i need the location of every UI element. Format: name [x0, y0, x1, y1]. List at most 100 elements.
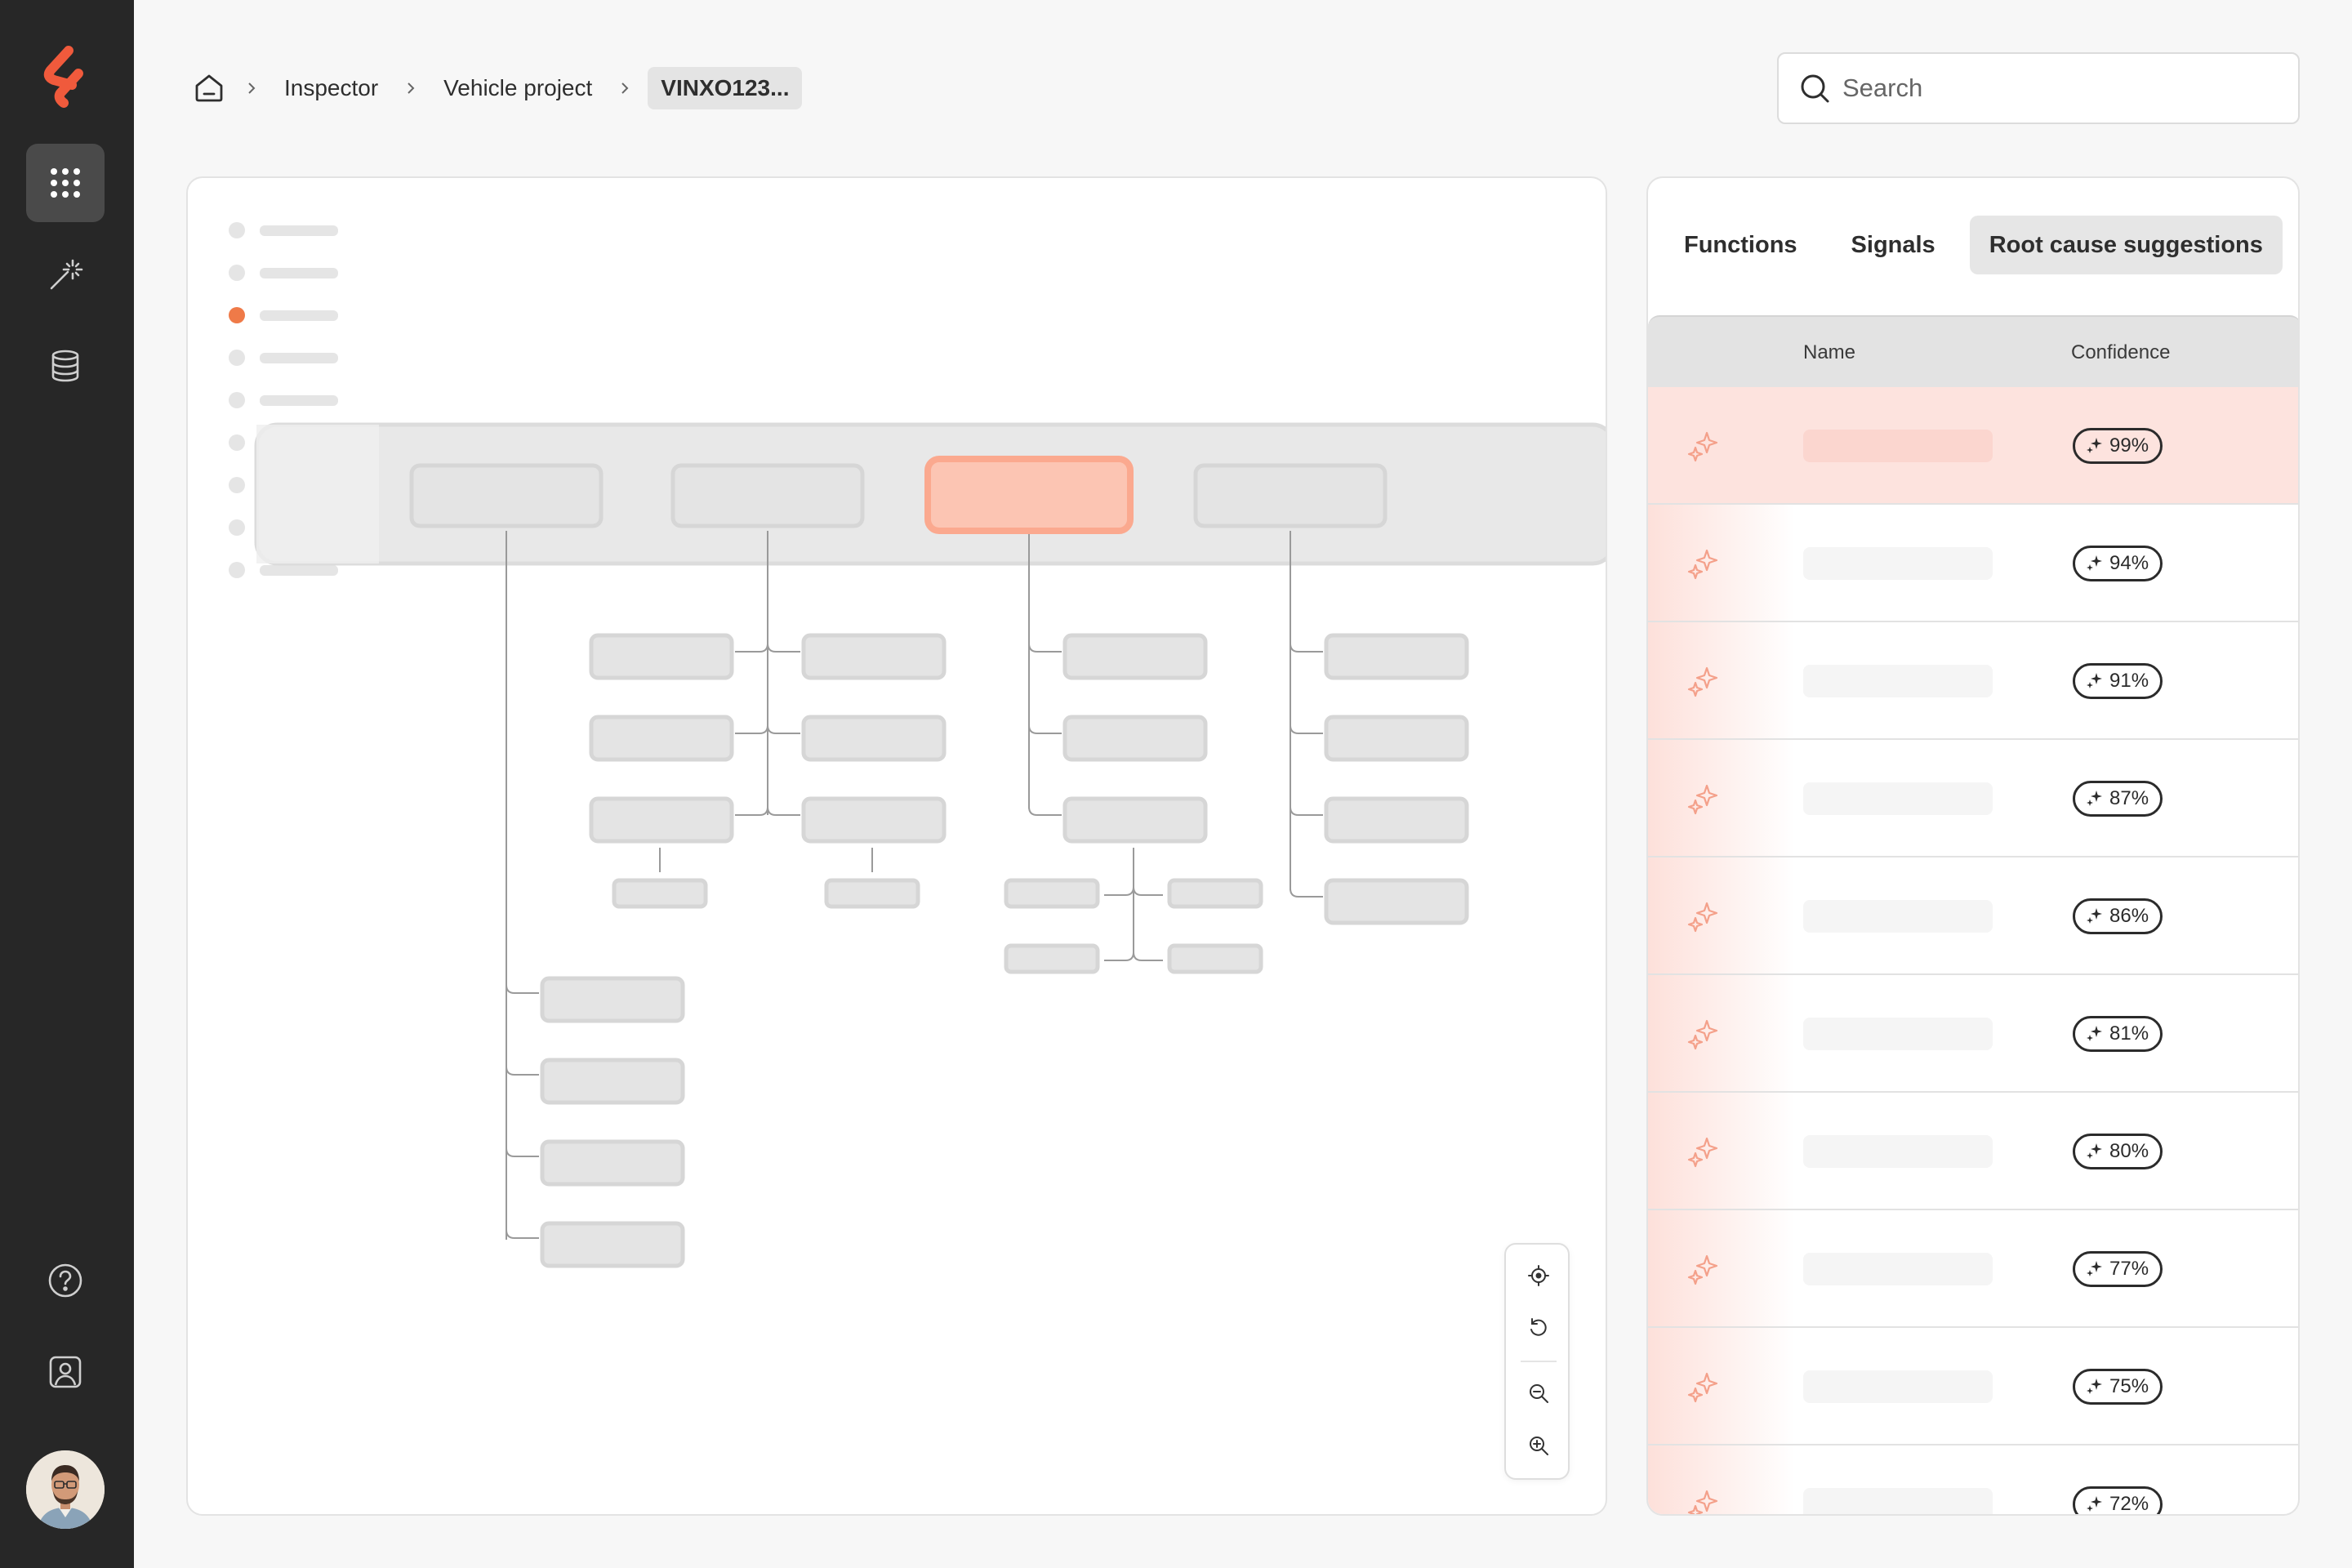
ai-sparkle-icon: [2085, 554, 2109, 573]
confidence-value: 80%: [2109, 1140, 2149, 1162]
table-row[interactable]: 72%: [1648, 1446, 2298, 1515]
search-icon: [1801, 74, 1829, 103]
ai-sparkle-icon: [2085, 1024, 2109, 1044]
sparkle-icon: [1686, 898, 1722, 934]
confidence-value: 86%: [2109, 905, 2149, 927]
function-tree-graph: [229, 222, 1606, 1268]
zoom-in-icon[interactable]: [1522, 1429, 1555, 1462]
confidence-badge: 99%: [2073, 428, 2163, 464]
search-box[interactable]: [1777, 52, 2300, 124]
confidence-value: 75%: [2109, 1375, 2149, 1397]
confidence-value: 81%: [2109, 1022, 2149, 1045]
table-row[interactable]: 94%: [1648, 505, 2298, 622]
ai-sparkle-icon: [2085, 789, 2109, 808]
sparkle-icon: [1686, 546, 1722, 581]
database-icon[interactable]: [26, 327, 105, 405]
zoom-out-icon[interactable]: [1522, 1377, 1555, 1410]
brand-logo[interactable]: [36, 46, 95, 111]
ai-sparkle-icon: [2085, 1377, 2109, 1396]
name-placeholder: [1803, 900, 1993, 933]
confidence-value: 77%: [2109, 1258, 2149, 1280]
sparkle-icon: [1686, 781, 1722, 817]
breadcrumb-inspector[interactable]: Inspector: [274, 75, 388, 101]
ai-sparkle-icon: [2085, 1494, 2109, 1514]
table-header: Name Confidence: [1648, 315, 2298, 387]
confidence-value: 91%: [2109, 670, 2149, 692]
table-row[interactable]: 77%: [1648, 1210, 2298, 1328]
graph-canvas[interactable]: [186, 176, 1607, 1516]
table-row[interactable]: 81%: [1648, 975, 2298, 1093]
tab-functions[interactable]: Functions: [1664, 216, 1817, 274]
name-placeholder: [1803, 782, 1993, 815]
row-highlight: [1648, 858, 1795, 973]
row-highlight: [1648, 1210, 1795, 1326]
sparkle-icon: [1686, 1134, 1722, 1169]
row-highlight: [1648, 740, 1795, 856]
active-outline-dot: [229, 307, 245, 323]
zoom-controls: [1504, 1243, 1570, 1480]
confidence-badge: 91%: [2073, 663, 2163, 699]
confidence-badge: 72%: [2073, 1486, 2163, 1515]
ai-sparkle-icon: [2085, 1259, 2109, 1279]
user-profile-icon[interactable]: [26, 1333, 105, 1411]
tab-signals[interactable]: Signals: [1832, 216, 1955, 274]
name-placeholder: [1803, 1253, 1993, 1285]
column-header-confidence[interactable]: Confidence: [2071, 341, 2170, 364]
table-row[interactable]: 91%: [1648, 622, 2298, 740]
sparkle-icon: [1686, 1369, 1722, 1405]
name-placeholder: [1803, 430, 1993, 462]
table-row[interactable]: 80%: [1648, 1093, 2298, 1210]
recenter-icon[interactable]: [1522, 1259, 1555, 1292]
sidebar: [0, 0, 134, 1568]
avatar[interactable]: [26, 1450, 105, 1529]
confidence-badge: 80%: [2073, 1134, 2163, 1169]
highlighted-node: [924, 456, 1134, 534]
ai-sparkle-icon: [2085, 906, 2109, 926]
breadcrumb: Inspector Vehicle project VINXO123...: [189, 65, 803, 111]
panel-tabs: Functions Signals Root cause suggestions: [1664, 216, 2297, 274]
confidence-badge: 86%: [2073, 898, 2163, 934]
ai-sparkle-icon: [2085, 1142, 2109, 1161]
confidence-value: 72%: [2109, 1493, 2149, 1515]
sparkle-icon: [1686, 428, 1722, 464]
confidence-badge: 94%: [2073, 546, 2163, 581]
row-highlight: [1648, 1446, 1795, 1514]
sparkle-icon: [1686, 1251, 1722, 1287]
sparkle-icon: [1686, 1016, 1722, 1052]
column-header-name[interactable]: Name: [1803, 341, 1855, 364]
chevron-right-icon: [388, 72, 434, 105]
row-highlight: [1648, 505, 1795, 621]
tab-root-cause-suggestions[interactable]: Root cause suggestions: [1969, 216, 2283, 274]
magic-wand-icon[interactable]: [26, 235, 105, 314]
table-row[interactable]: 75%: [1648, 1328, 2298, 1446]
table-row[interactable]: 87%: [1648, 740, 2298, 858]
row-highlight: [1648, 1093, 1795, 1209]
breadcrumb-vehicle-project[interactable]: Vehicle project: [434, 75, 602, 101]
name-placeholder: [1803, 547, 1993, 580]
details-panel: Functions Signals Root cause suggestions…: [1646, 176, 2300, 1516]
confidence-badge: 81%: [2073, 1016, 2163, 1052]
confidence-value: 87%: [2109, 787, 2149, 809]
name-placeholder: [1803, 1018, 1993, 1050]
reset-icon[interactable]: [1522, 1312, 1555, 1344]
home-icon[interactable]: [189, 69, 229, 108]
child-nodes: [540, 633, 1469, 1268]
row-highlight: [1648, 1328, 1795, 1444]
name-placeholder: [1803, 1370, 1993, 1403]
apps-grid-icon[interactable]: [26, 144, 105, 222]
help-icon[interactable]: [26, 1241, 105, 1320]
breadcrumb-current[interactable]: VINXO123...: [648, 67, 803, 109]
confidence-badge: 77%: [2073, 1251, 2163, 1287]
confidence-badge: 75%: [2073, 1369, 2163, 1405]
row-highlight: [1648, 975, 1795, 1091]
sparkle-icon: [1686, 1486, 1722, 1514]
confidence-badge: 87%: [2073, 781, 2163, 817]
name-placeholder: [1803, 1488, 1993, 1514]
table-row[interactable]: 99%: [1648, 387, 2298, 505]
row-highlight: [1648, 622, 1795, 738]
search-input[interactable]: [1842, 74, 2267, 103]
table-row[interactable]: 86%: [1648, 858, 2298, 975]
sparkle-icon: [1686, 663, 1722, 699]
name-placeholder: [1803, 665, 1993, 697]
name-placeholder: [1803, 1135, 1993, 1168]
